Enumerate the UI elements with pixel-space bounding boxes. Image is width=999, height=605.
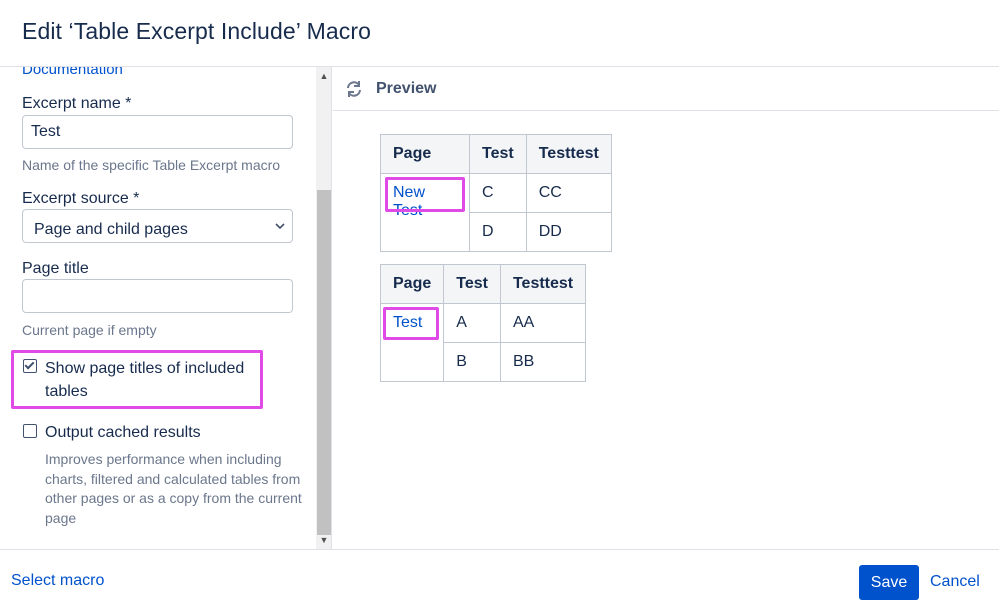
show-page-titles-label-line2: tables [45,383,88,400]
refresh-icon[interactable] [345,80,363,98]
macro-parameters-panel: Documentation Excerpt name * Name of the… [0,67,316,549]
output-cached-label: Output cached results [45,424,201,441]
column-header-test: Test [469,134,527,174]
save-button[interactable]: Save [859,565,919,600]
table-header-row: Page Test Testtest [379,264,587,304]
column-header-test: Test [443,264,501,304]
page-cell: Test [379,303,445,382]
cancel-link[interactable]: Cancel [930,573,980,591]
dialog-footer: Select macro Save Cancel [0,549,999,605]
column-header-testtest: Testtest [525,134,612,174]
table-cell: AA [499,303,587,343]
table-cell: D [469,212,527,252]
dialog-header: Edit ‘Table Excerpt Include’ Macro [0,0,999,67]
page-link-test[interactable]: Test [393,314,422,331]
documentation-link[interactable]: Documentation [22,67,123,78]
table-cell: DD [525,212,612,252]
preview-label: Preview [376,80,437,97]
form-scrollbar[interactable]: ▲ ▼ [316,67,332,549]
excerpt-name-input[interactable] [22,115,293,149]
page-link-new-test[interactable]: New Test [393,184,425,219]
checkmark-icon [24,359,35,370]
page-title-label: Page title [22,260,89,277]
table-row: Test A AA [379,303,587,382]
dialog-title: Edit ‘Table Excerpt Include’ Macro [22,18,371,44]
show-page-titles-label-line1: Show page titles of included [45,360,245,377]
chevron-down-icon [275,223,285,230]
preview-table-2: Page Test Testtest Test A AA B BB [379,264,587,382]
scroll-thumb[interactable] [317,190,331,535]
table-cell: C [469,173,527,213]
excerpt-name-help: Name of the specific Table Excerpt macro [22,157,281,173]
show-page-titles-label: Show page titles of included tables [45,357,244,403]
output-cached-checkbox[interactable] [23,424,37,438]
excerpt-name-label: Excerpt name * [22,95,132,112]
preview-header: Preview [333,67,999,111]
excerpt-source-select[interactable]: Page and child pages [22,209,293,243]
table-cell: A [443,303,501,343]
select-macro-link[interactable]: Select macro [11,572,104,590]
table-cell: B [443,342,501,382]
excerpt-source-value: Page and child pages [34,221,188,238]
scroll-up-icon[interactable]: ▲ [319,71,329,81]
column-header-page: Page [379,264,445,304]
table-cell: BB [499,342,587,382]
table-header-row: Page Test Testtest [380,134,612,174]
preview-table-1: Page Test Testtest New Test C CC D DD [380,134,612,252]
column-header-testtest: Testtest [499,264,587,304]
scroll-down-icon[interactable]: ▼ [319,535,329,545]
show-page-titles-checkbox[interactable] [23,359,37,373]
page-title-help: Current page if empty [22,322,157,338]
excerpt-source-label: Excerpt source * [22,190,140,207]
table-row: New Test C CC [380,173,612,252]
column-header-page: Page [380,134,470,174]
table-cell: CC [525,173,612,213]
page-title-input[interactable] [22,279,293,313]
output-cached-help: Improves performance when including char… [45,451,302,526]
page-cell: New Test [380,173,470,252]
